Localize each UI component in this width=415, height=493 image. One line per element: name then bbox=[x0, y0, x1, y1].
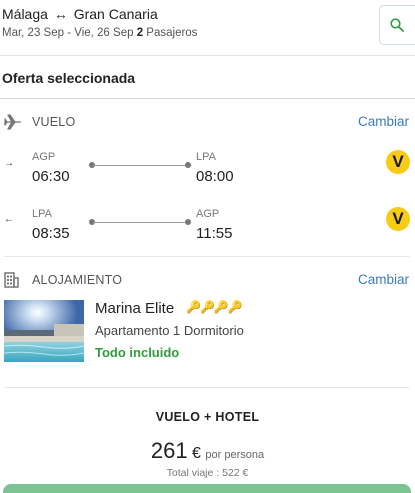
hotel-photo-image bbox=[4, 300, 84, 362]
package-title: VUELO + HOTEL bbox=[155, 410, 260, 424]
price-per-person: 261 € por persona bbox=[0, 438, 415, 464]
departure-time: 06:30 bbox=[32, 168, 70, 185]
route-line bbox=[93, 165, 185, 166]
route-line bbox=[93, 222, 185, 223]
search-summary-header: Málaga ↔ Gran Canaria Mar, 23 Sep - Vie,… bbox=[0, 0, 415, 56]
trip-dates: Mar, 23 Sep - Vie, 26 Sep bbox=[2, 27, 134, 39]
price-per-label: por persona bbox=[205, 449, 265, 461]
route-end-dot bbox=[185, 219, 191, 225]
arrival-airport-code: LPA bbox=[196, 151, 216, 163]
departure-airport-code: LPA bbox=[32, 208, 52, 220]
round-trip-arrow-icon: ↔ bbox=[53, 6, 68, 22]
divider bbox=[4, 256, 410, 257]
trip-dates-passengers: Mar, 23 Sep - Vie, 26 Sep 2 Pasajeros bbox=[2, 27, 197, 39]
divider bbox=[4, 387, 410, 388]
route-end-dot bbox=[185, 162, 191, 168]
hotel-rating-keys: 🔑🔑🔑🔑 bbox=[186, 300, 243, 314]
room-type: Apartamento 1 Dormitorio bbox=[95, 323, 244, 338]
flight-section-label: VUELO bbox=[32, 115, 76, 129]
search-button[interactable] bbox=[379, 5, 415, 45]
plane-icon bbox=[4, 114, 21, 130]
passengers-label: Pasajeros bbox=[146, 27, 198, 39]
hotel-name[interactable]: Marina Elite bbox=[95, 300, 174, 317]
departure-airport-code: AGP bbox=[32, 151, 56, 163]
price-currency: € bbox=[192, 445, 201, 462]
departure-time: 08:35 bbox=[32, 225, 70, 242]
divider bbox=[0, 98, 415, 99]
arrival-time: 08:00 bbox=[196, 168, 234, 185]
key-rating-icon: 🔑 bbox=[186, 300, 201, 314]
change-flight-link[interactable]: Cambiar bbox=[358, 114, 409, 129]
arrival-airport-code: AGP bbox=[196, 208, 220, 220]
outbound-arrow-icon: → bbox=[4, 158, 14, 169]
key-rating-icon: 🔑 bbox=[199, 300, 215, 314]
airline-logo-icon: V bbox=[386, 150, 410, 174]
price-amount: 261 bbox=[150, 438, 188, 463]
route-title: Málaga ↔ Gran Canaria bbox=[2, 6, 158, 22]
airline-logo-icon: V bbox=[386, 207, 410, 231]
book-button[interactable] bbox=[3, 484, 411, 493]
selected-offer-title: Oferta seleccionada bbox=[2, 70, 136, 86]
total-trip-price: Total viaje : 522 € bbox=[166, 467, 249, 479]
change-hotel-link[interactable]: Cambiar bbox=[358, 272, 409, 287]
hotel-photo[interactable] bbox=[4, 300, 84, 362]
passenger-count: 2 bbox=[136, 27, 144, 39]
return-arrow-icon: ← bbox=[4, 214, 14, 225]
board-type: Todo incluido bbox=[95, 345, 180, 360]
building-icon bbox=[4, 272, 19, 288]
destination-city: Gran Canaria bbox=[73, 6, 158, 22]
key-rating-icon: 🔑 bbox=[213, 300, 229, 314]
key-rating-icon: 🔑 bbox=[227, 300, 243, 314]
arrival-time: 11:55 bbox=[196, 225, 233, 242]
origin-city: Málaga bbox=[2, 6, 48, 22]
search-icon bbox=[390, 18, 404, 32]
accommodation-section-label: ALOJAMIENTO bbox=[32, 273, 123, 287]
